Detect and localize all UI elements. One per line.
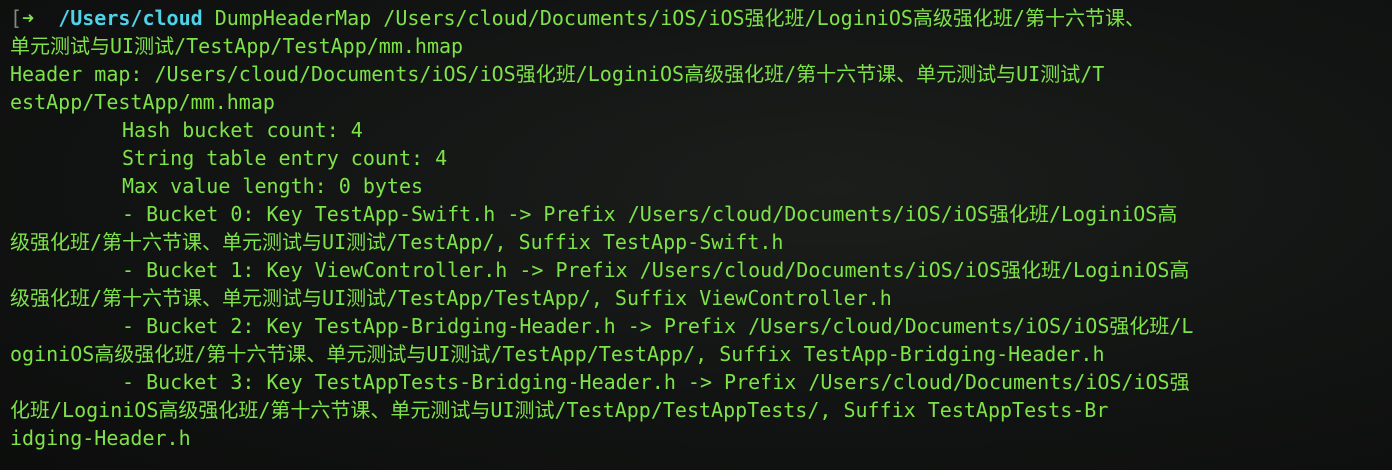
bucket-3-line-continued: 化班/LoginiOS高级强化班/第十六节课、单元测试与UI测试/TestApp… [10,398,1109,422]
prompt-line: [➜ /Users/cloud DumpHeaderMap /Users/clo… [10,4,1390,32]
bucket-0-line-continued: 级强化班/第十六节课、单元测试与UI测试/TestApp/, Suffix Te… [10,230,784,254]
max-value-length: Max value length: 0 bytes [122,174,424,198]
bucket-2-line: - Bucket 2: Key TestApp-Bridging-Header.… [122,314,1194,338]
hash-bucket-count: Hash bucket count: 4 [122,118,363,142]
bucket-3-line: - Bucket 3: Key TestAppTests-Bridging-He… [122,370,1190,394]
terminal-window[interactable]: [➜ /Users/cloud DumpHeaderMap /Users/clo… [0,0,1392,470]
bucket-3-line-end: idging-Header.h [10,426,191,450]
prompt-arrow-icon: ➜ [22,6,35,30]
command-text-continued: 单元测试与UI测试/TestApp/TestApp/mm.hmap [10,34,464,58]
current-directory: /Users/cloud [58,6,203,30]
bucket-0-line: - Bucket 0: Key TestApp-Swift.h -> Prefi… [122,202,1178,226]
prompt-bracket: [ [10,6,23,30]
bucket-1-line: - Bucket 1: Key ViewController.h -> Pref… [122,258,1190,282]
header-map-path-continued: estApp/TestApp/mm.hmap [10,90,275,114]
command-text: DumpHeaderMap /Users/cloud/Documents/iOS… [214,6,1145,30]
bucket-2-line-continued: oginiOS高级强化班/第十六节课、单元测试与UI测试/TestApp/Tes… [10,342,1105,366]
bucket-1-line-continued: 级强化班/第十六节课、单元测试与UI测试/TestApp/TestApp/, S… [10,286,892,310]
header-map-path: Header map: /Users/cloud/Documents/iOS/i… [10,62,1105,86]
string-table-entry-count: String table entry count: 4 [122,146,448,170]
